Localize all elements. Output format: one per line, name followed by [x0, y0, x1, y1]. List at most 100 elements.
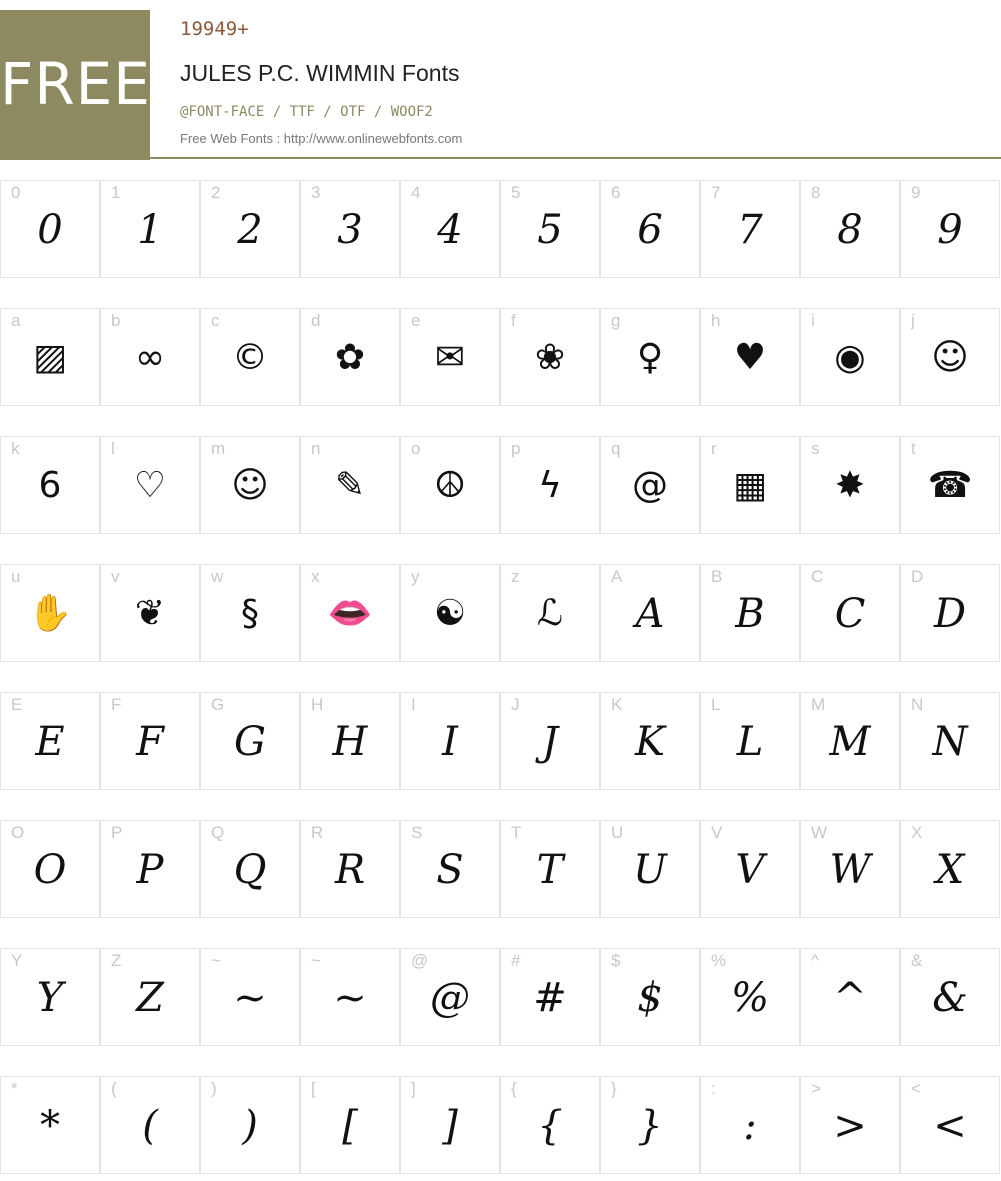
glyph-sample: ~: [333, 975, 367, 1021]
glyph-cell[interactable]: RR: [300, 820, 400, 918]
glyph-cell[interactable]: BB: [700, 564, 800, 662]
glyph-cell[interactable]: NN: [900, 692, 1000, 790]
glyph-cell[interactable]: DD: [900, 564, 1000, 662]
glyph-cell[interactable]: u ✋: [0, 564, 100, 662]
glyph-cell[interactable]: {{: [500, 1076, 600, 1174]
glyph-cell[interactable]: ((: [100, 1076, 200, 1174]
clapping-hands-icon: ✋: [27, 593, 73, 634]
glyph-cell[interactable]: l ♡: [100, 436, 200, 534]
glyph-cell[interactable]: GG: [200, 692, 300, 790]
glyph-cell[interactable]: 33: [300, 180, 400, 278]
glyph-cell[interactable]: SS: [400, 820, 500, 918]
glyph-cell[interactable]: k6: [0, 436, 100, 534]
glyph-cell[interactable]: ~ ~: [300, 948, 400, 1046]
glyph-cell[interactable]: QQ: [200, 820, 300, 918]
glyph-cell[interactable]: g ♀: [600, 308, 700, 406]
glyph-cell[interactable]: y ☯: [400, 564, 500, 662]
glyph-cell[interactable]: TT: [500, 820, 600, 918]
glyph-cell[interactable]: )): [200, 1076, 300, 1174]
glyph-cell[interactable]: EE: [0, 692, 100, 790]
glyph-cell[interactable]: %%: [700, 948, 800, 1046]
glyph-key-label: Z: [111, 951, 122, 970]
glyph-cell[interactable]: 22: [200, 180, 300, 278]
bouquet-icon: ❦: [134, 593, 166, 634]
glyph-cell[interactable]: MM: [800, 692, 900, 790]
peace-icon: ☮: [433, 465, 467, 506]
glyph-cell[interactable]: zℒ: [500, 564, 600, 662]
glyph-cell[interactable]: WW: [800, 820, 900, 918]
glyph-cell[interactable]: * *: [0, 1076, 100, 1174]
glyph-key-label: p: [511, 439, 521, 458]
flower-solid-icon: ❀: [534, 337, 566, 378]
glyph-cell[interactable]: PP: [100, 820, 200, 918]
glyph-key-label: L: [711, 695, 721, 714]
glyph-sample: B: [735, 591, 765, 637]
glyph-cell[interactable]: LL: [700, 692, 800, 790]
glyph-cell[interactable]: m ☺: [200, 436, 300, 534]
site-link[interactable]: Free Web Fonts : http://www.onlinewebfon…: [180, 131, 462, 146]
glyph-cell[interactable]: t ☎: [900, 436, 1000, 534]
glyph-cell[interactable]: 55: [500, 180, 600, 278]
glyph-cell[interactable]: x 👄: [300, 564, 400, 662]
glyph-cell[interactable]: 99: [900, 180, 1000, 278]
glyph-cell[interactable]: # #: [500, 948, 600, 1046]
glyph-cell[interactable]: YY: [0, 948, 100, 1046]
glyph-cell[interactable]: s ✸: [800, 436, 900, 534]
glyph-cell[interactable]: [[: [300, 1076, 400, 1174]
glyph-cell[interactable]: ]]: [400, 1076, 500, 1174]
glyph-cell[interactable]: }}: [600, 1076, 700, 1174]
glyph-cell[interactable]: < <: [900, 1076, 1000, 1174]
glyph-cell[interactable]: i ◉: [800, 308, 900, 406]
glyph-cell[interactable]: ::: [700, 1076, 800, 1174]
glyph-cell[interactable]: c ©: [200, 308, 300, 406]
glyph-cell[interactable]: r ▦: [700, 436, 800, 534]
glyph-cell[interactable]: 88: [800, 180, 900, 278]
glyph-cell[interactable]: KK: [600, 692, 700, 790]
glyph-cell[interactable]: o ☮: [400, 436, 500, 534]
glyph-cell[interactable]: pϟ: [500, 436, 600, 534]
glyph-cell[interactable]: w §: [200, 564, 300, 662]
glyph-key-label: y: [411, 567, 420, 586]
glyph-key-label: ]: [411, 1079, 416, 1098]
glyph-key-label: &: [911, 951, 923, 970]
glyph-cell[interactable]: CC: [800, 564, 900, 662]
glyph-sample: Y: [36, 975, 64, 1021]
glyph-cell[interactable]: JJ: [500, 692, 600, 790]
glyph-cell[interactable]: ~ ~: [200, 948, 300, 1046]
glyph-cell[interactable]: II: [400, 692, 500, 790]
glyph-cell[interactable]: 66: [600, 180, 700, 278]
glyph-cell[interactable]: 77: [700, 180, 800, 278]
page-title[interactable]: JULES P.C. WIMMIN Fonts: [180, 60, 459, 87]
glyph-cell[interactable]: OO: [0, 820, 100, 918]
glyph-cell[interactable]: XX: [900, 820, 1000, 918]
glyph-cell[interactable]: d ✿: [300, 308, 400, 406]
glyph-cell[interactable]: n ✎: [300, 436, 400, 534]
glyph-cell[interactable]: 00: [0, 180, 100, 278]
glyph-cell[interactable]: v ❦: [100, 564, 200, 662]
glyph-cell[interactable]: AA: [600, 564, 700, 662]
glyph-cell[interactable]: q @: [600, 436, 700, 534]
glyph-cell[interactable]: VV: [700, 820, 800, 918]
glyph-cell[interactable]: h ♥: [700, 308, 800, 406]
glyph-cell[interactable]: ZZ: [100, 948, 200, 1046]
glyph-cell[interactable]: ^ ^: [800, 948, 900, 1046]
glyph-cell[interactable]: @ @: [400, 948, 500, 1046]
glyph-cell[interactable]: e ✉: [400, 308, 500, 406]
glyph-cell[interactable]: f ❀: [500, 308, 600, 406]
glyph-key-label: K: [611, 695, 623, 714]
glyph-cell[interactable]: HH: [300, 692, 400, 790]
glyph-cell[interactable]: UU: [600, 820, 700, 918]
glyph-cell[interactable]: j ☺: [900, 308, 1000, 406]
glyph-cell[interactable]: FF: [100, 692, 200, 790]
glyph-cell[interactable]: > >: [800, 1076, 900, 1174]
glyph-row: 00112233445566778899: [0, 180, 1001, 280]
glyph-cell[interactable]: a ▨: [0, 308, 100, 406]
glyph-cell[interactable]: 11: [100, 180, 200, 278]
format-links[interactable]: @FONT-FACE / TTF / OTF / WOOF2: [180, 104, 433, 120]
glyph-sample: ^: [833, 975, 867, 1021]
glyph-cell[interactable]: 44: [400, 180, 500, 278]
glyph-cell[interactable]: b ∞: [100, 308, 200, 406]
glyph-key-label: %: [711, 951, 727, 970]
glyph-cell[interactable]: & &: [900, 948, 1000, 1046]
glyph-cell[interactable]: $ $: [600, 948, 700, 1046]
